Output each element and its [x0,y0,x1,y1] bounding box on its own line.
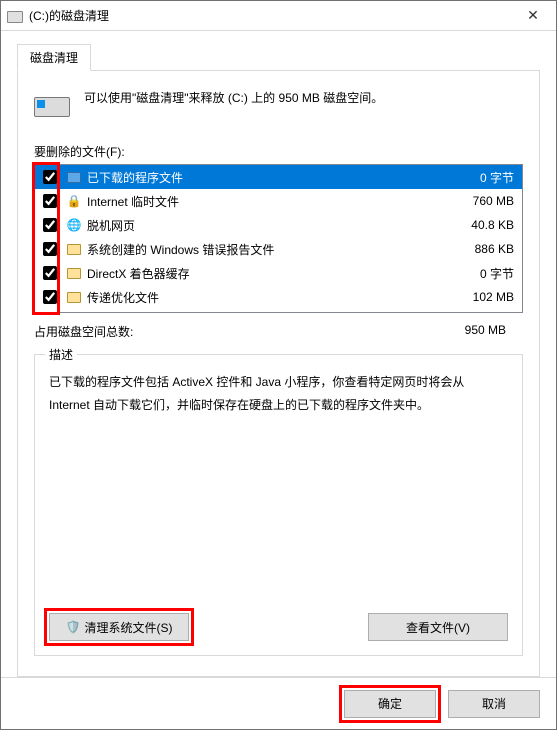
shield-icon: 🛡️ [66,620,81,634]
file-row-label: DirectX 着色器缓存 [87,265,444,282]
folder-icon [65,169,83,185]
dialog-footer: 确定 取消 [1,677,556,729]
cancel-label: 取消 [482,695,506,712]
file-row[interactable]: 传递优化文件102 MB [35,285,522,309]
cancel-button[interactable]: 取消 [448,690,540,718]
file-row-label: 传递优化文件 [87,289,444,306]
tab-strip: 磁盘清理 [17,43,540,70]
folder-icon [65,265,83,281]
file-row-size: 760 MB [444,194,514,208]
file-row-checkbox-cell [35,266,65,280]
close-button[interactable]: ✕ [510,1,556,31]
file-row-size: 0 字节 [444,169,514,186]
file-row[interactable]: 🔒Internet 临时文件760 MB [35,189,522,213]
description-text: 已下载的程序文件包括 ActiveX 控件和 Java 小程序，你查看特定网页时… [49,371,508,603]
description-group: 描述 已下载的程序文件包括 ActiveX 控件和 Java 小程序，你查看特定… [34,354,523,656]
file-row-checkbox-cell [35,218,65,232]
total-value: 950 MB [465,323,506,340]
total-label: 占用磁盘空间总数: [34,323,133,340]
disk-cleanup-icon [34,91,70,119]
tab-panel: 可以使用"磁盘清理"来释放 (C:) 上的 950 MB 磁盘空间。 要删除的文… [17,70,540,677]
lock-icon: 🔒 [65,193,83,209]
clean-system-files-button[interactable]: 🛡️ 清理系统文件(S) [49,613,189,641]
file-row[interactable]: 已下载的程序文件0 字节 [35,165,522,189]
file-row[interactable]: DirectX 着色器缓存0 字节 [35,261,522,285]
window-title: (C:)的磁盘清理 [29,7,510,24]
file-row-label: Internet 临时文件 [87,193,444,210]
tab-disk-cleanup[interactable]: 磁盘清理 [17,44,91,71]
intro-row: 可以使用"磁盘清理"来释放 (C:) 上的 950 MB 磁盘空间。 [34,89,523,119]
client-area: 磁盘清理 可以使用"磁盘清理"来释放 (C:) 上的 950 MB 磁盘空间。 … [1,31,556,677]
description-legend: 描述 [45,346,77,363]
file-row-label: 已下载的程序文件 [87,169,444,186]
file-row-checkbox[interactable] [43,290,57,304]
view-files-label: 查看文件(V) [406,619,470,636]
files-to-delete-label: 要删除的文件(F): [34,143,523,160]
folder-icon [65,289,83,305]
file-row[interactable]: 系统创建的 Windows 错误报告文件886 KB [35,237,522,261]
file-row-checkbox-cell [35,290,65,304]
file-row-checkbox-cell [35,194,65,208]
ok-label: 确定 [378,695,402,712]
file-row-checkbox-cell [35,242,65,256]
file-row-checkbox-cell [35,170,65,184]
file-list[interactable]: 已下载的程序文件0 字节🔒Internet 临时文件760 MB🌐脱机网页40.… [34,164,523,313]
file-row-checkbox[interactable] [43,218,57,232]
title-bar: (C:)的磁盘清理 ✕ [1,1,556,31]
file-row-label: 系统创建的 Windows 错误报告文件 [87,241,444,258]
file-list-wrap: 已下载的程序文件0 字节🔒Internet 临时文件760 MB🌐脱机网页40.… [34,164,523,313]
folder-icon [65,241,83,257]
file-row-checkbox[interactable] [43,266,57,280]
drive-icon [7,8,23,24]
file-row-checkbox[interactable] [43,170,57,184]
dialog-window: (C:)的磁盘清理 ✕ 磁盘清理 可以使用"磁盘清理"来释放 (C:) 上的 9… [0,0,557,730]
file-row-size: 886 KB [444,242,514,256]
description-buttons: 🛡️ 清理系统文件(S) 查看文件(V) [49,613,508,641]
file-row-checkbox[interactable] [43,242,57,256]
view-files-button[interactable]: 查看文件(V) [368,613,508,641]
file-row-size: 0 字节 [444,265,514,282]
globe-icon: 🌐 [65,217,83,233]
total-row: 占用磁盘空间总数: 950 MB [34,323,523,340]
intro-text: 可以使用"磁盘清理"来释放 (C:) 上的 950 MB 磁盘空间。 [84,89,383,108]
file-row-size: 102 MB [444,290,514,304]
clean-system-files-label: 清理系统文件(S) [84,619,172,636]
close-icon: ✕ [527,7,539,24]
file-row-size: 40.8 KB [444,218,514,232]
ok-button[interactable]: 确定 [344,690,436,718]
file-row-label: 脱机网页 [87,217,444,234]
file-row[interactable]: 🌐脱机网页40.8 KB [35,213,522,237]
file-row-checkbox[interactable] [43,194,57,208]
